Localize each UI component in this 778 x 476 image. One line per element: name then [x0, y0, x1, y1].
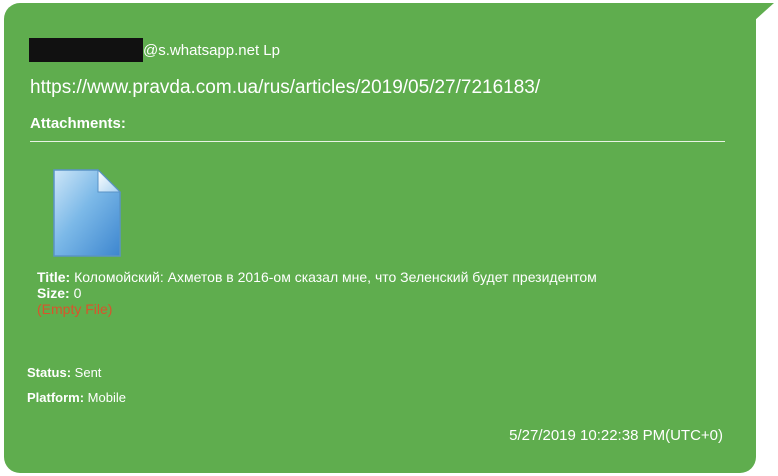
message-bubble-tail [754, 3, 774, 21]
platform-label: Platform: [27, 390, 85, 405]
title-value: Коломойский: Ахметов в 2016-ом сказал мн… [70, 269, 597, 285]
empty-file-notice: (Empty File) [37, 301, 113, 317]
platform-value: Mobile [84, 390, 126, 405]
attachment-title-row: Title: Коломойский: Ахметов в 2016-ом ск… [37, 269, 677, 285]
title-label: Title: [37, 269, 71, 285]
redacted-phone-number [29, 38, 143, 62]
attachment-size-row: Size: 0 [37, 285, 677, 301]
attachments-divider [30, 141, 725, 142]
attachments-label: Attachments: [30, 115, 126, 132]
message-timestamp: 5/27/2019 10:22:38 PM(UTC+0) [509, 427, 723, 444]
platform-row: Platform: Mobile [27, 390, 126, 405]
sender-suffix: @s.whatsapp.net Lp [143, 41, 280, 59]
attachment-details: Title: Коломойский: Ахметов в 2016-ом ск… [37, 269, 677, 317]
status-value: Sent [71, 365, 102, 380]
sender-line: @s.whatsapp.net Lp [29, 38, 280, 62]
size-label: Size: [37, 285, 70, 301]
status-row: Status: Sent [27, 365, 101, 380]
size-value: 0 [69, 285, 82, 301]
message-url[interactable]: https://www.pravda.com.ua/rus/articles/2… [30, 77, 540, 99]
document-file-icon[interactable] [50, 168, 124, 260]
status-label: Status: [27, 365, 72, 380]
